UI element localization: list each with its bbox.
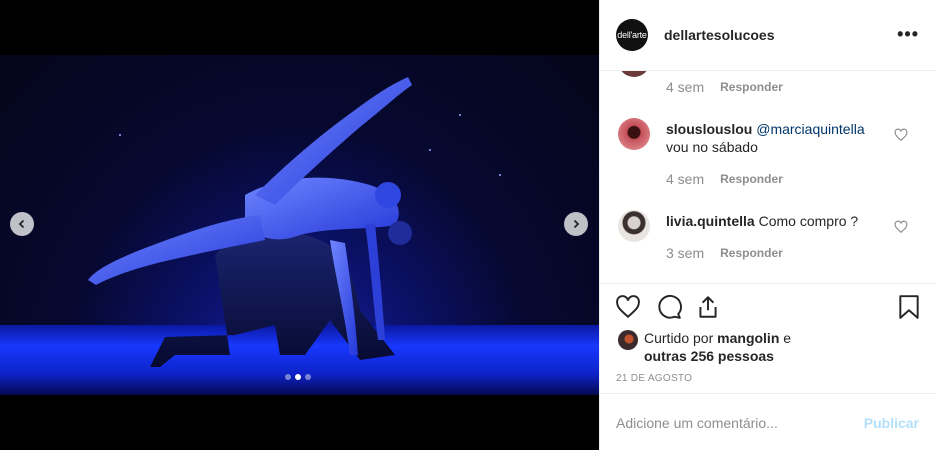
post-media: [0, 0, 599, 450]
avatar[interactable]: [618, 118, 650, 150]
comment-meta: 3 sem Responder: [666, 245, 783, 261]
comment-username[interactable]: slouslouslou: [666, 121, 752, 137]
likes-joiner: e: [783, 330, 792, 346]
comment-time[interactable]: 4 sem: [666, 171, 704, 187]
reply-button[interactable]: Responder: [720, 245, 783, 261]
comment-body: Como compro ?: [758, 213, 859, 229]
carousel-prev-button[interactable]: [10, 212, 34, 236]
post-actions: Curtido por mangolin e outras 256 pessoa…: [600, 283, 936, 401]
post-panel: dell'arte dellartesolucoes ••• 4 sem Res…: [599, 0, 936, 450]
bookmark-icon[interactable]: [896, 294, 922, 320]
chevron-left-icon: [18, 219, 25, 229]
reply-button[interactable]: Responder: [720, 79, 783, 95]
comment-body: vou no sábado: [666, 139, 758, 155]
comment-username[interactable]: livia.quintella: [666, 213, 755, 229]
likes-user[interactable]: mangolin: [717, 330, 779, 346]
dancers-illustration: [88, 77, 501, 367]
carousel-next-button[interactable]: [564, 212, 588, 236]
comment-time[interactable]: 4 sem: [666, 79, 704, 95]
likes-summary: Curtido por mangolin e outras 256 pessoa…: [644, 329, 791, 365]
author-avatar[interactable]: dell'arte: [616, 19, 648, 51]
comment-text: slouslouslou @marciaquintella vou no sáb…: [666, 120, 886, 156]
logo-text: dell'arte: [617, 30, 647, 40]
comment-text: livia.quintella Como compro ?: [666, 212, 886, 230]
avatar[interactable]: [618, 330, 638, 350]
author-username[interactable]: dellartesolucoes: [664, 27, 775, 43]
avatar[interactable]: [618, 71, 650, 77]
comment-mention[interactable]: @marciaquintella: [756, 121, 864, 137]
heart-icon[interactable]: [894, 220, 908, 234]
dance-photo: [0, 55, 599, 395]
post-header: dell'arte dellartesolucoes •••: [600, 0, 936, 71]
publish-button[interactable]: Publicar: [864, 415, 919, 431]
comments-list[interactable]: 4 sem Responder slouslouslou @marciaquin…: [600, 71, 936, 283]
reply-button[interactable]: Responder: [720, 171, 783, 187]
chevron-right-icon: [573, 219, 580, 229]
likes-others[interactable]: outras 256 pessoas: [644, 348, 774, 364]
heart-icon[interactable]: [615, 294, 641, 320]
carousel-dot: [305, 374, 311, 380]
comment-bubble-icon[interactable]: [656, 294, 682, 320]
comment-meta: 4 sem Responder: [666, 79, 783, 95]
comment-input[interactable]: [616, 412, 836, 434]
share-icon[interactable]: [695, 294, 721, 320]
carousel-indicator: [285, 374, 311, 380]
add-comment-section: Publicar: [600, 393, 936, 450]
comment-time[interactable]: 3 sem: [666, 245, 704, 261]
heart-icon[interactable]: [894, 128, 908, 142]
avatar[interactable]: [618, 210, 650, 242]
more-options-button[interactable]: •••: [897, 25, 919, 43]
comment-meta: 4 sem Responder: [666, 171, 783, 187]
post-date[interactable]: 21 DE AGOSTO: [616, 373, 692, 384]
carousel-dot-active: [295, 374, 301, 380]
likes-prefix: Curtido por: [644, 330, 714, 346]
carousel-dot: [285, 374, 291, 380]
